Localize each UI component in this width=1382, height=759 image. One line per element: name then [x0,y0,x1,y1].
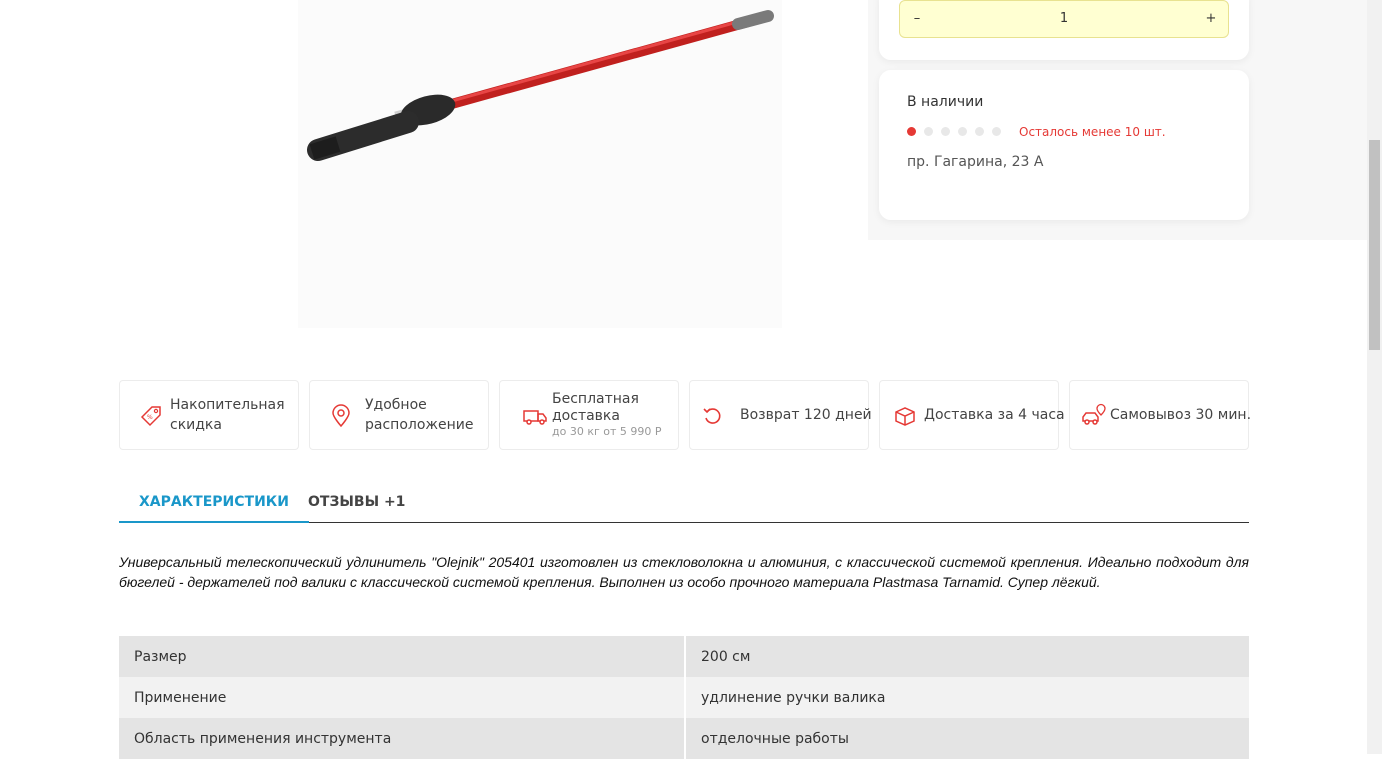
discount-tag-icon: % [140,406,161,427]
advantage-label: Бесплатная доставка [552,391,639,424]
advantage-label: Накопительная скидка [170,397,285,433]
product-description: Универсальный телескопический удлинитель… [119,554,1249,590]
advantage-label: Удобное расположение [365,397,474,433]
advantage-return[interactable]: Возврат 120 дней [689,380,872,450]
box-icon [895,407,915,426]
advantage-pickup[interactable]: Самовывоз 30 мин. [1069,380,1252,450]
advantage-location[interactable]: Удобное расположение [309,380,489,450]
advantage-text: Бесплатная доставка до 30 кг от 5 990 Р [552,391,677,439]
advantage-label: Самовывоз 30 мин. [1110,407,1252,423]
store-address[interactable]: пр. Гагарина, 23 А [907,154,1043,170]
increase-button[interactable]: + [1194,1,1228,37]
advantage-label: Возврат 120 дней [740,407,872,423]
stock-card: В наличии Осталось менее 10 шт. пр. Гага… [879,70,1249,220]
table-row: Область применения инструмента отделочны… [119,718,1249,759]
advantage-discount[interactable]: % Накопительная скидка [119,380,299,450]
advantage-fast-delivery[interactable]: Доставка за 4 часа [879,380,1065,450]
stock-dot [924,127,933,136]
stock-dot [907,127,916,136]
tab-characteristics[interactable]: ХАРАКТЕРИСТИКИ [119,482,309,523]
stock-remaining-note: Осталось менее 10 шт. [1019,125,1166,139]
location-pin-icon [332,404,350,428]
page-scrollbar[interactable] [1367,0,1382,754]
quantity-card: – 1 + [879,0,1249,60]
telescopic-pole-illustration [298,0,782,328]
spec-key: Размер [119,636,686,677]
table-row: Применение удлинение ручки валика [119,677,1249,718]
spec-value: отделочные работы [685,718,1249,759]
spec-key: Применение [119,677,686,718]
stock-status: В наличии [907,94,984,110]
stock-dot [958,127,967,136]
spec-value: удлинение ручки валика [685,677,1249,718]
decrease-button[interactable]: – [900,1,934,37]
spec-key: Область применения инструмента [119,718,686,759]
table-row: Размер 200 см [119,636,1249,677]
advantage-label: Доставка за 4 часа [924,407,1065,423]
spec-value: 200 см [685,636,1249,677]
stock-dot [975,127,984,136]
advantage-free-delivery[interactable]: Бесплатная доставка до 30 кг от 5 990 Р [499,380,679,450]
specs-table: Размер 200 см Применение удлинение ручки… [119,636,1249,759]
quantity-stepper[interactable]: – 1 + [899,0,1229,38]
scrollbar-thumb[interactable] [1369,140,1380,350]
stock-dot [992,127,1001,136]
tab-reviews[interactable]: ОТЗЫВЫ +1 [288,482,425,522]
return-arrow-icon [703,408,721,424]
stock-level-indicator [907,127,1009,137]
product-tabs: ХАРАКТЕРИСТИКИ ОТЗЫВЫ +1 [119,482,1249,523]
delivery-truck-icon [523,410,547,425]
svg-text:%: % [147,414,153,421]
stock-dot [941,127,950,136]
quantity-input[interactable]: 1 [934,1,1194,37]
advantage-sublabel: до 30 кг от 5 990 Р [552,425,662,438]
product-image[interactable] [298,0,782,328]
car-pickup-icon [1082,403,1106,425]
